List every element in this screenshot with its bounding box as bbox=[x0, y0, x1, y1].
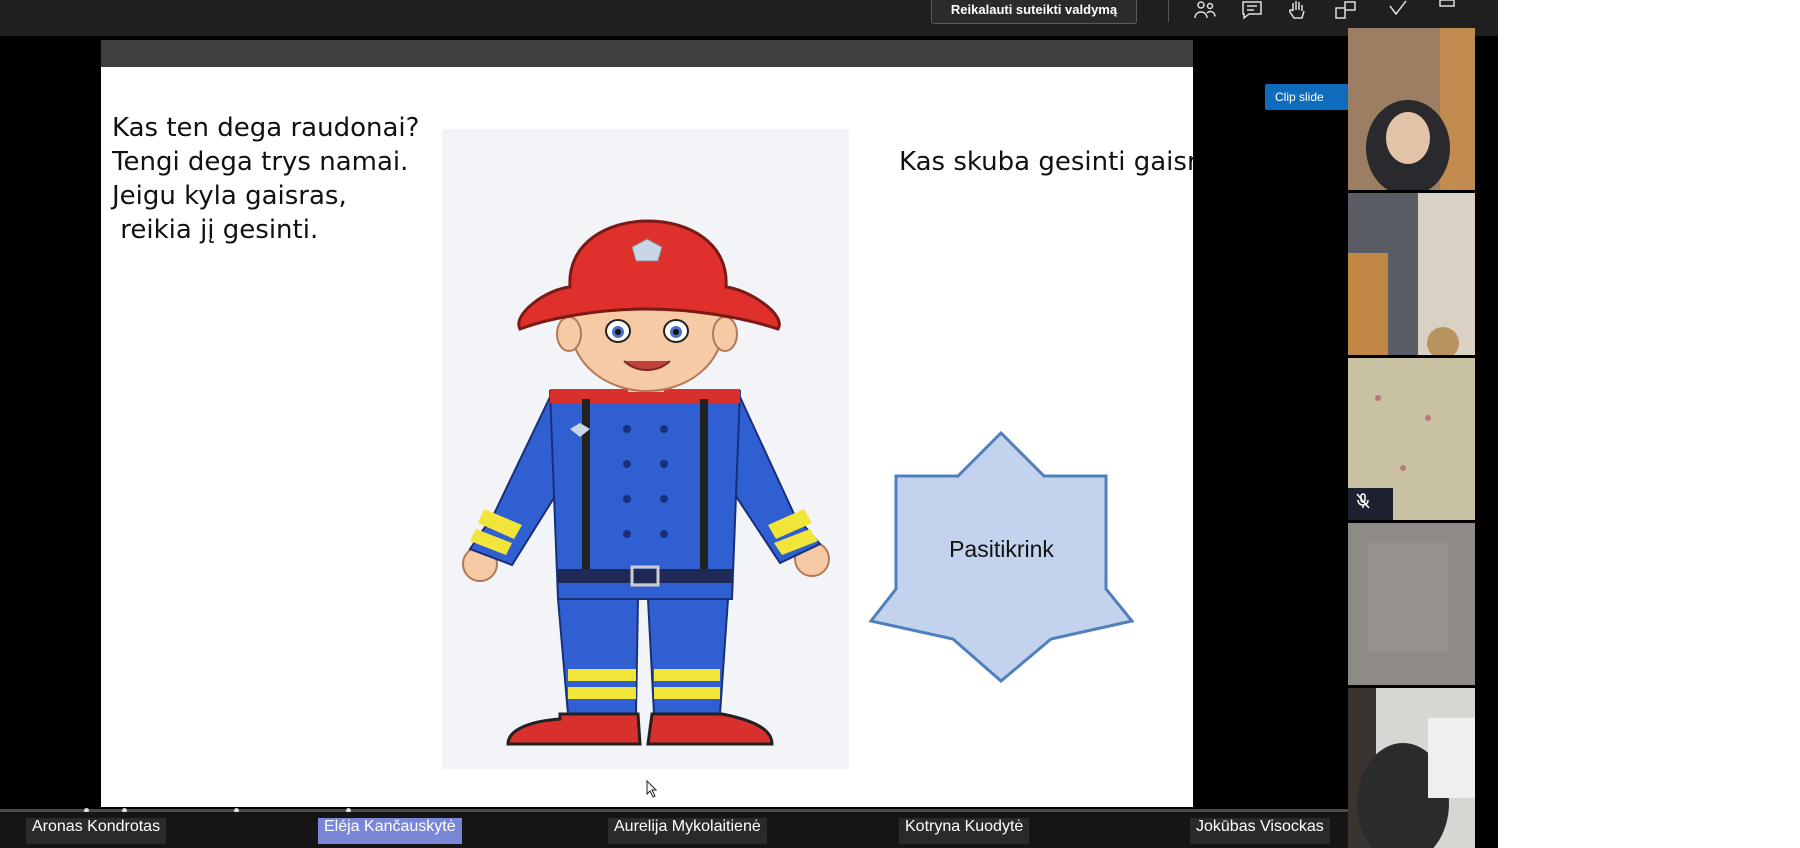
shared-content-stage: Kas ten dega raudonai? Tengi dega trys n… bbox=[101, 40, 1193, 807]
presentation-slide: Kas ten dega raudonai? Tengi dega trys n… bbox=[101, 67, 1193, 807]
rooms-icon[interactable] bbox=[1334, 0, 1358, 20]
toolbar-divider bbox=[1168, 0, 1169, 22]
video-tile[interactable] bbox=[1348, 688, 1475, 848]
poem-line: reikia jį gesinti. bbox=[112, 215, 319, 245]
chat-icon[interactable] bbox=[1240, 0, 1264, 20]
participant-name-tag[interactable]: Kotryna Kuodytė bbox=[899, 818, 1030, 844]
people-icon[interactable] bbox=[1193, 0, 1217, 20]
poem-line: Jeigu kyla gaisras, bbox=[112, 181, 347, 211]
video-tile[interactable] bbox=[1348, 28, 1475, 190]
meeting-toolbar: Reikalauti suteikti valdymą bbox=[0, 0, 1498, 36]
more-icon[interactable] bbox=[1436, 0, 1460, 20]
poem-line: Tengi dega trys namai. bbox=[112, 147, 409, 177]
video-tile[interactable] bbox=[1348, 358, 1475, 520]
clip-slide-label: Clip slide bbox=[1275, 90, 1324, 104]
fireman-illustration bbox=[442, 129, 849, 769]
question-text: Kas skuba gesinti gaisrą bbox=[899, 147, 1193, 177]
participant-name-tag[interactable]: Aurelija Mykolaitienė bbox=[608, 818, 767, 844]
request-control-button[interactable]: Reikalauti suteikti valdymą bbox=[931, 0, 1137, 24]
poem-line: Kas ten dega raudonai? bbox=[112, 113, 420, 143]
participant-name-tag[interactable]: Aronas Kondrotas bbox=[26, 818, 167, 844]
raise-hand-icon[interactable] bbox=[1286, 0, 1310, 20]
participant-name-tag[interactable]: Jokūbas Visockas bbox=[1190, 818, 1330, 844]
microphone-muted-icon bbox=[1356, 493, 1370, 509]
mouse-cursor-icon bbox=[646, 780, 658, 798]
meeting-window: Reikalauti suteikti valdymą Kas ten dega… bbox=[0, 0, 1498, 848]
participant-strip: Aronas Kondrotas Eléja Kančauskytė Aurel… bbox=[0, 812, 1348, 848]
stage-header-bar bbox=[101, 40, 1193, 67]
video-tile[interactable] bbox=[1348, 523, 1475, 685]
star-button-label: Pasitikrink bbox=[949, 536, 1054, 562]
participant-name-tag[interactable]: Eléja Kančauskytė bbox=[318, 818, 462, 844]
clip-slide-button[interactable]: Clip slide bbox=[1265, 84, 1350, 110]
participant-video-rail bbox=[1348, 28, 1475, 848]
poem-text: Kas ten dega raudonai? Tengi dega trys n… bbox=[112, 111, 419, 247]
video-tile[interactable] bbox=[1348, 193, 1475, 355]
check-answer-star-button[interactable]: Pasitikrink bbox=[868, 430, 1135, 683]
reactions-icon[interactable] bbox=[1386, 0, 1410, 20]
